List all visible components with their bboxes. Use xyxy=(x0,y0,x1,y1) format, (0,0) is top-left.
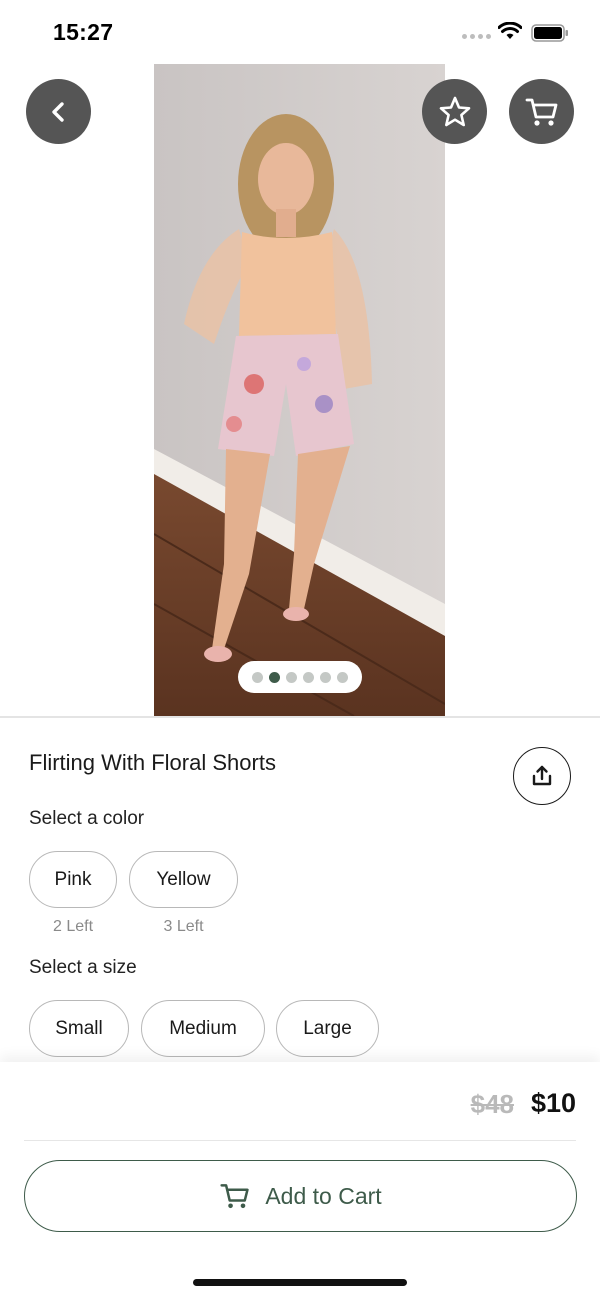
share-icon xyxy=(532,765,552,786)
pager-dot[interactable] xyxy=(303,671,314,683)
pager-dot[interactable] xyxy=(252,671,263,683)
back-button[interactable] xyxy=(26,79,91,144)
size-option-medium[interactable]: Medium xyxy=(141,1000,265,1057)
chevron-left-icon xyxy=(51,101,64,122)
pager-dot[interactable] xyxy=(286,671,297,683)
cart-button[interactable] xyxy=(509,79,574,144)
add-to-cart-button[interactable]: Add to Cart xyxy=(24,1160,577,1232)
pager-dot[interactable] xyxy=(320,671,331,683)
image-pager[interactable] xyxy=(238,661,362,693)
cart-icon xyxy=(220,1184,250,1209)
size-section-label: Select a size xyxy=(29,957,137,978)
share-button[interactable] xyxy=(513,747,571,805)
add-to-cart-label: Add to Cart xyxy=(265,1182,382,1209)
product-title: Flirting With Floral Shorts xyxy=(29,750,276,775)
wifi-icon xyxy=(498,22,522,39)
size-option-small[interactable]: Small xyxy=(29,1000,129,1057)
status-time: 15:27 xyxy=(53,19,114,45)
pager-dot[interactable] xyxy=(337,671,348,683)
sale-price: $10 xyxy=(530,1088,576,1118)
pager-dot[interactable] xyxy=(269,671,280,683)
original-price: $48 xyxy=(470,1089,514,1119)
divider xyxy=(0,716,600,718)
battery-icon xyxy=(531,24,568,42)
product-image[interactable] xyxy=(154,64,445,716)
home-indicator[interactable] xyxy=(193,1279,407,1286)
favorite-button[interactable] xyxy=(422,79,487,144)
signal-icon xyxy=(462,34,491,39)
stock-count-pink: 2 Left xyxy=(52,918,94,935)
color-section-label: Select a color xyxy=(29,808,145,829)
size-option-large[interactable]: Large xyxy=(276,1000,379,1057)
status-bar: 15:27 xyxy=(0,0,600,64)
star-icon xyxy=(439,96,470,126)
cart-icon xyxy=(525,98,557,126)
color-option-yellow[interactable]: Yellow xyxy=(129,851,238,908)
stock-count-yellow: 3 Left xyxy=(163,918,204,935)
divider xyxy=(24,1140,576,1141)
color-option-pink[interactable]: Pink xyxy=(29,851,117,908)
